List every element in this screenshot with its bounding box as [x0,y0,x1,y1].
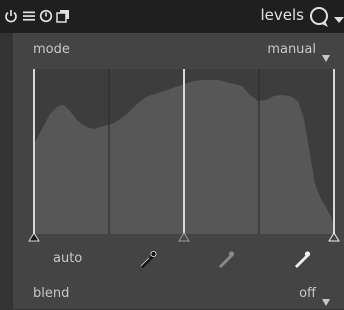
levels-graph[interactable] [28,69,344,244]
chevron-down-icon[interactable] [334,10,344,23]
module-title: levels [260,6,304,24]
blend-label: blend [33,286,70,301]
blend-combobox[interactable]: blend off [13,282,344,308]
pick-black-icon[interactable] [138,249,158,269]
multi-instance-icon[interactable] [22,9,36,23]
blend-dropdown-icon[interactable] [322,291,330,306]
levels-buttons-row: auto [13,247,344,271]
reset-icon[interactable] [39,9,53,23]
power-icon[interactable] [4,9,18,23]
pick-white-icon[interactable] [292,249,312,269]
copy-icon[interactable] [56,9,70,23]
gray-level-handle[interactable] [178,232,190,242]
mode-combobox[interactable]: mode manual [13,38,344,64]
levels-graph-canvas[interactable] [28,69,344,244]
module-header: levels [0,0,344,33]
mode-dropdown-icon[interactable] [322,47,330,62]
white-level-handle[interactable] [328,232,340,242]
mode-value[interactable]: manual [267,42,316,57]
black-level-handle[interactable] [28,232,40,242]
blend-value[interactable]: off [299,286,316,301]
presets-icon[interactable] [307,5,331,29]
pick-gray-icon[interactable] [216,249,236,269]
auto-button[interactable]: auto [53,251,82,266]
mode-label: mode [33,42,70,57]
